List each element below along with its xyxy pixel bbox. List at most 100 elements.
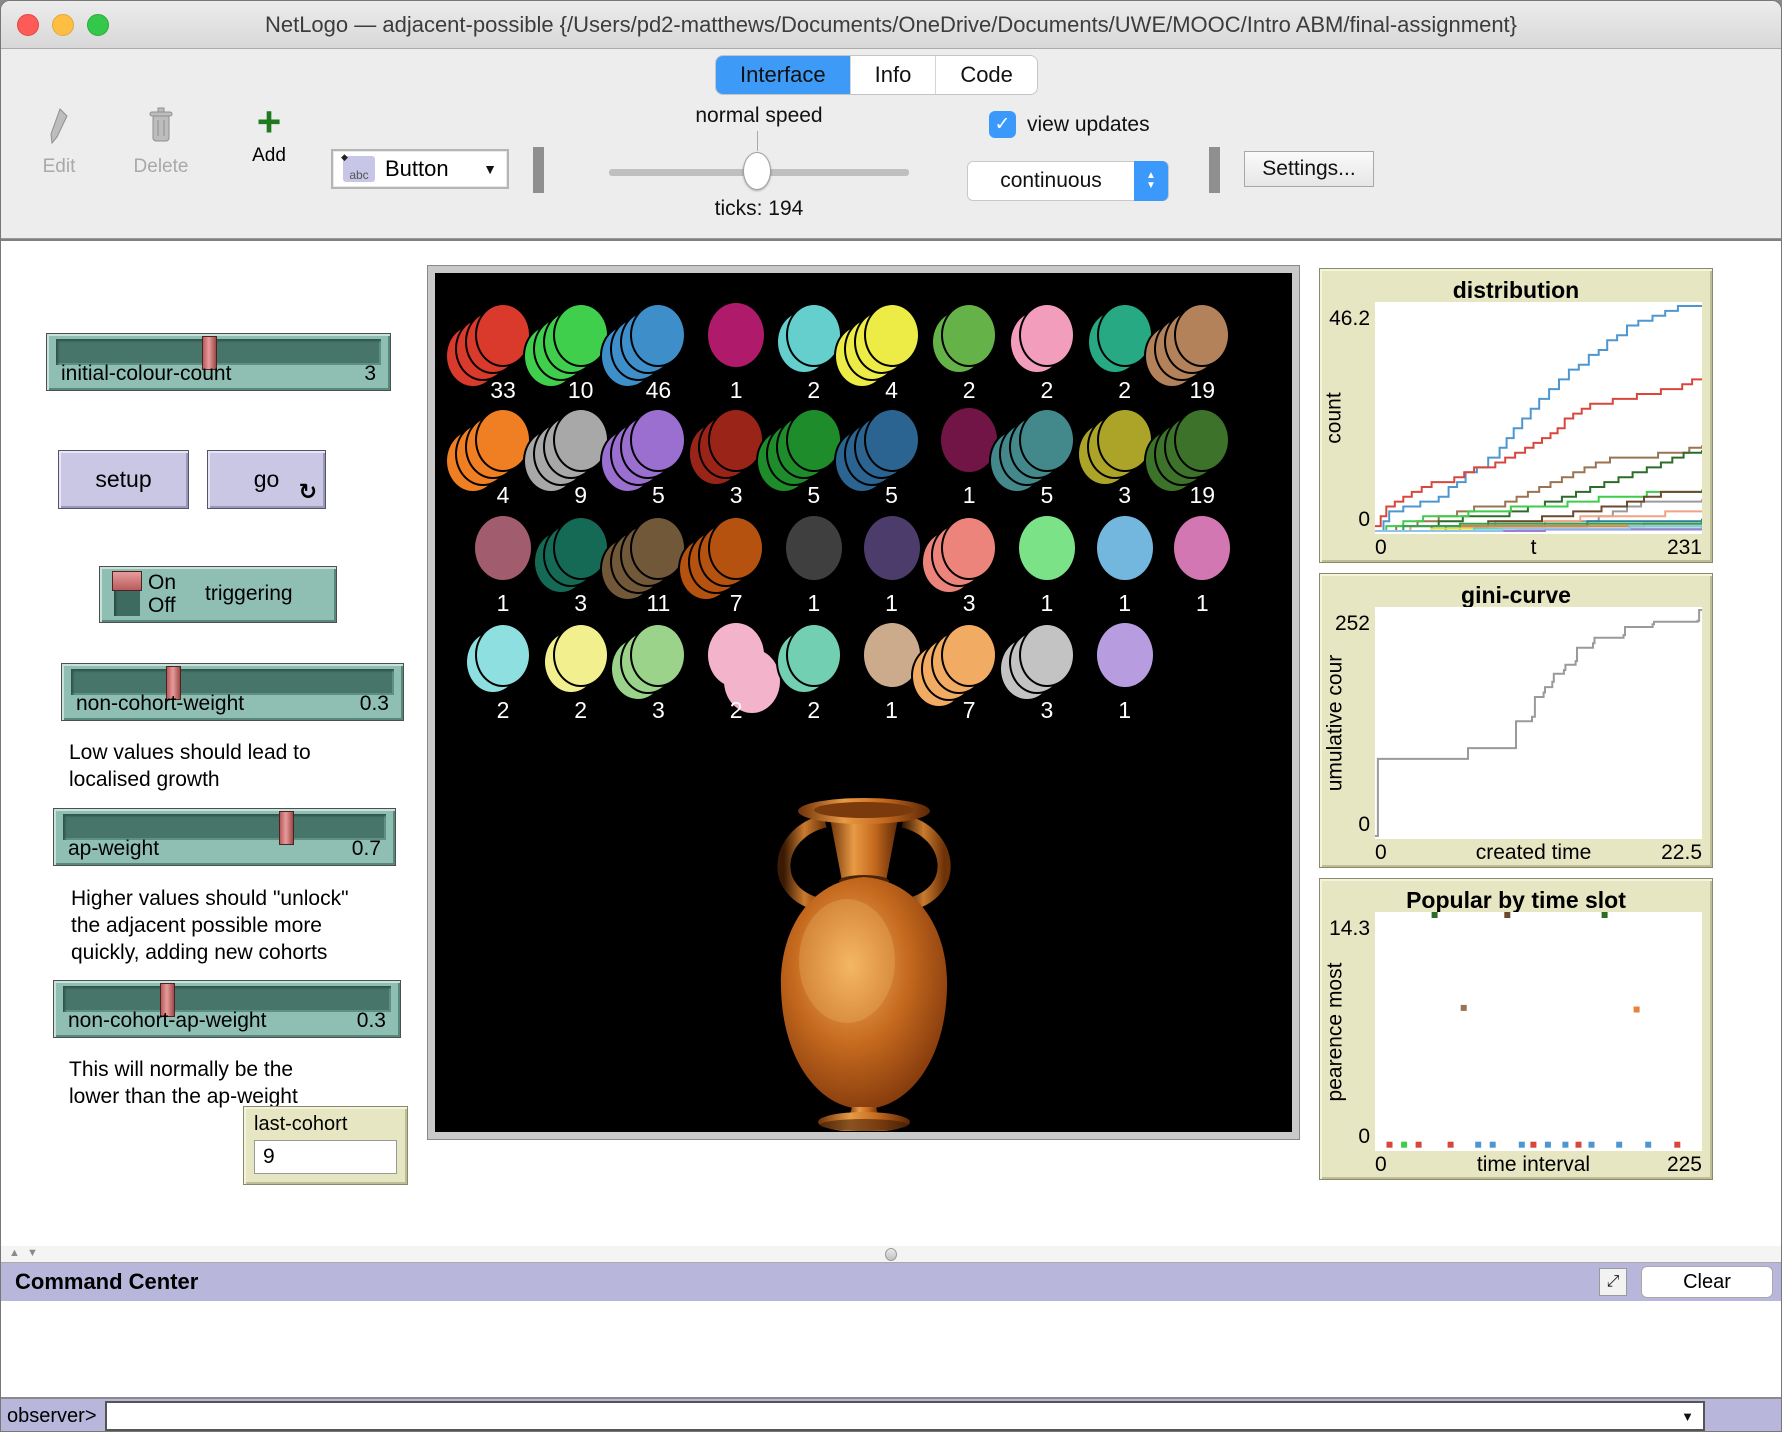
turtle-cluster [708, 516, 764, 580]
world-view[interactable]: 3310461242221949535515319131171131112232… [428, 266, 1299, 1139]
cluster-count-label: 11 [618, 590, 698, 617]
scatter-point [1545, 1142, 1551, 1148]
scatter-point [1602, 912, 1608, 918]
turtle-cluster [1174, 516, 1230, 580]
delete-button[interactable]: Delete [126, 107, 196, 178]
traffic-lights [17, 1, 109, 49]
cluster-count-label: 3 [618, 697, 698, 724]
slider-value: 0.3 [360, 692, 389, 716]
minimize-button[interactable] [52, 14, 74, 36]
command-center-header: Command Center ⤢ Clear [1, 1263, 1781, 1301]
turtle-cluster [553, 623, 609, 687]
cluster-count-label: 46 [618, 377, 698, 404]
button-widget-icon: abc [343, 156, 375, 182]
turtle-cluster [941, 623, 997, 687]
scatter-point [1461, 1005, 1467, 1011]
toolbar-separator [533, 147, 544, 193]
turtle-cluster [630, 303, 686, 367]
cluster-count-label: 1 [852, 697, 932, 724]
turtle-cluster [786, 516, 842, 580]
cluster-count-label: 33 [463, 377, 543, 404]
command-input[interactable] [107, 1403, 1673, 1429]
plot-pen-lorenz [1375, 610, 1702, 836]
cluster-count-label: 5 [618, 482, 698, 509]
trash-icon [148, 107, 174, 145]
plot-popular-by-time-slot[interactable]: Popular by time slot 14.3 0 pearence mos… [1319, 878, 1713, 1180]
widget-type-value: Button [385, 156, 449, 182]
slider-value: 0.7 [352, 837, 381, 861]
note-non-cohort-weight: Low values should lead tolocalised growt… [69, 739, 311, 793]
spinner-arrows-icon: ▲▼ [1134, 161, 1168, 201]
interface-canvas: initial-colour-count3 setup go ↻ On Off … [1, 239, 1781, 1246]
turtle-cluster [708, 303, 764, 367]
switch-knob[interactable] [112, 571, 142, 591]
turtle-cluster [941, 516, 997, 580]
cluster-count-label: 7 [696, 590, 776, 617]
update-mode-select[interactable]: continuous ▲▼ [967, 161, 1169, 201]
command-center-sash[interactable]: ▲ ▼ [1, 1246, 1781, 1263]
sash-down-icon[interactable]: ▼ [27, 1247, 38, 1259]
scatter-point [1432, 912, 1438, 918]
scatter-point [1530, 1142, 1536, 1148]
slider-non-cohort-ap-weight[interactable]: non-cohort-ap-weight0.3 [53, 980, 401, 1038]
slider-name: ap-weight [68, 837, 352, 861]
cluster-count-label: 1 [774, 590, 854, 617]
add-button[interactable]: + Add [239, 105, 299, 167]
tab-interface[interactable]: Interface [716, 56, 851, 94]
plot-gini-curve[interactable]: gini-curve 252 0 umulative cour 0 create… [1319, 573, 1713, 868]
turtle-cluster [1097, 623, 1153, 687]
setup-button[interactable]: setup [58, 450, 189, 509]
detach-icon[interactable]: ⤢ [1599, 1268, 1627, 1296]
cluster-count-label: 7 [929, 697, 1009, 724]
zoom-button[interactable] [87, 14, 109, 36]
scatter-point [1401, 1142, 1407, 1148]
scatter-point [1616, 1142, 1622, 1148]
turtle-cluster [475, 623, 531, 687]
cluster-count-label: 3 [1085, 482, 1165, 509]
sash-handle[interactable] [885, 1248, 897, 1261]
cluster-count-label: 5 [774, 482, 854, 509]
slider-name: non-cohort-ap-weight [68, 1009, 357, 1033]
turtle-cluster [864, 408, 920, 472]
cluster-count-label: 5 [852, 482, 932, 509]
command-center-title: Command Center [15, 1269, 198, 1295]
settings-button[interactable]: Settings... [1244, 151, 1374, 187]
slider-ap-weight[interactable]: ap-weight0.7 [53, 808, 396, 866]
edit-button[interactable]: Edit [29, 107, 89, 178]
check-icon: ✓ [995, 113, 1011, 136]
observer-prompt: observer> [1, 1405, 105, 1428]
y-axis-title: pearence most [1322, 912, 1348, 1151]
sash-up-icon[interactable]: ▲ [9, 1247, 20, 1259]
tab-code[interactable]: Code [936, 56, 1037, 94]
cluster-count-label: 1 [929, 482, 1009, 509]
command-center-output[interactable] [1, 1301, 1781, 1399]
cluster-count-label: 2 [774, 697, 854, 724]
scatter-point [1519, 1142, 1525, 1148]
cluster-count-label: 2 [1085, 377, 1165, 404]
chevron-down-icon: ▼ [483, 161, 497, 177]
turtle-cluster [864, 516, 920, 580]
slider-initial-colour-count[interactable]: initial-colour-count3 [46, 333, 391, 391]
y-axis-title: umulative cour [1322, 607, 1348, 839]
go-button[interactable]: go ↻ [207, 450, 326, 509]
close-button[interactable] [17, 14, 39, 36]
tab-info[interactable]: Info [851, 56, 937, 94]
plot-distribution[interactable]: distribution 46.2 0 count 0 t 231 [1319, 268, 1713, 563]
slider-non-cohort-weight[interactable]: non-cohort-weight0.3 [61, 663, 404, 721]
turtle-cluster [475, 516, 531, 580]
note-non-cohort-ap-weight: This will normally be thelower than the … [69, 1056, 298, 1110]
cluster-count-label: 9 [541, 482, 621, 509]
cluster-count-label: 5 [1007, 482, 1087, 509]
history-dropdown-icon[interactable]: ▼ [1673, 1409, 1703, 1424]
speed-slider-thumb[interactable] [743, 152, 771, 190]
cluster-count-label: 2 [696, 697, 776, 724]
widget-type-dropdown[interactable]: abc Button ▼ [331, 149, 509, 189]
cluster-count-label: 4 [463, 482, 543, 509]
view-updates-checkbox[interactable]: ✓ [989, 111, 1016, 138]
turtle-cluster [1019, 303, 1075, 367]
scatter-point [1562, 1142, 1568, 1148]
triggering-switch[interactable]: On Off triggering [99, 566, 337, 623]
cluster-count-label: 1 [1162, 590, 1242, 617]
cluster-count-label: 10 [541, 377, 621, 404]
clear-button[interactable]: Clear [1641, 1266, 1773, 1298]
